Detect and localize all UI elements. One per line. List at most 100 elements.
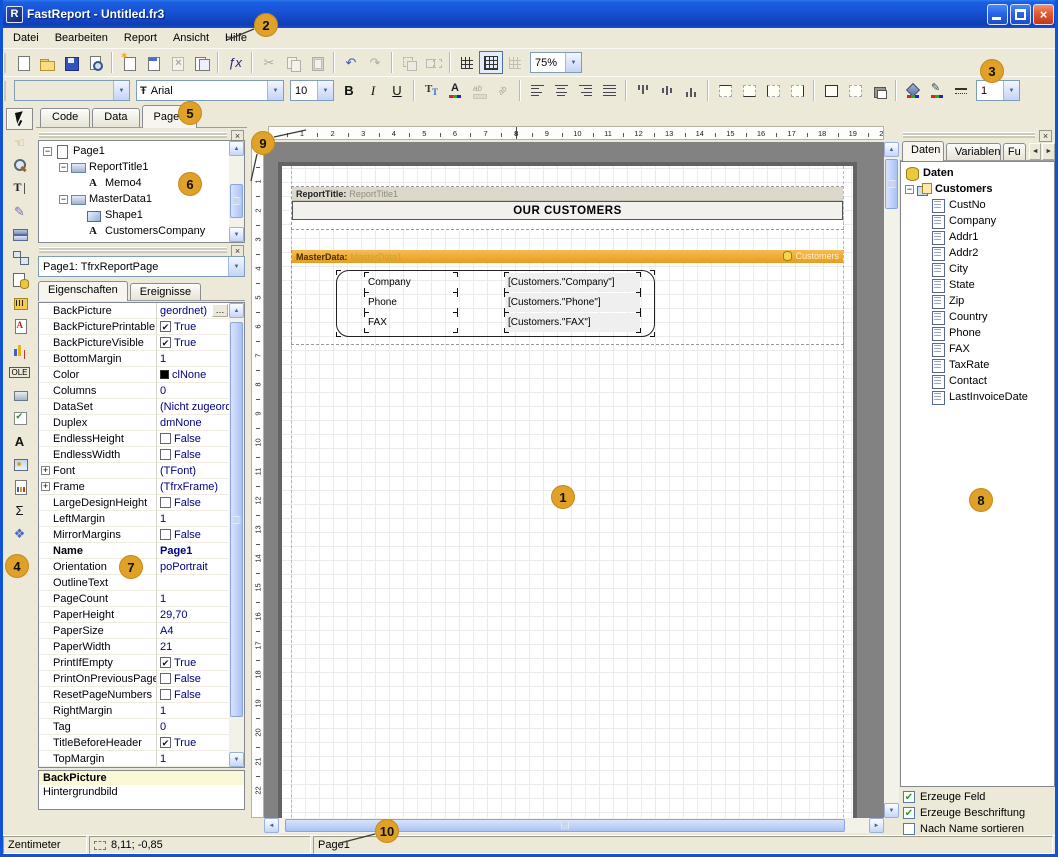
insert-band-button[interactable] xyxy=(6,223,33,245)
insert-subreport-button[interactable] xyxy=(6,476,33,498)
menu-bearbeiten[interactable]: Bearbeiten xyxy=(47,30,116,46)
tab-data[interactable]: Data xyxy=(92,108,139,127)
menu-report[interactable]: Report xyxy=(116,30,165,46)
property-paperwidth[interactable]: PaperWidth21 xyxy=(39,639,229,655)
collapse-icon[interactable]: − xyxy=(905,185,914,194)
scroll-arrow-icon[interactable]: ◄ xyxy=(264,818,279,833)
chevron-down-icon[interactable]: ▼ xyxy=(113,81,129,100)
menu-hilfe[interactable]: Hilfe xyxy=(217,30,255,46)
checkbox-icon[interactable]: ✔ xyxy=(160,321,171,332)
underline-button[interactable]: U xyxy=(385,79,409,102)
snap-to-grid-button[interactable] xyxy=(503,51,527,74)
menu-ansicht[interactable]: Ansicht xyxy=(165,30,217,46)
new-report-button[interactable] xyxy=(11,51,35,74)
property-resetpagenumbers[interactable]: ResetPageNumbersFalse xyxy=(39,687,229,703)
insert-shape-button[interactable] xyxy=(6,384,33,406)
property-topmargin[interactable]: TopMargin1 xyxy=(39,751,229,767)
font-button[interactable] xyxy=(419,79,443,102)
property-endlesswidth[interactable]: EndlessWidthFalse xyxy=(39,447,229,463)
property-duplex[interactable]: DuplexdmNone xyxy=(39,415,229,431)
option-erzeuge-feld[interactable]: ✔Erzeuge Feld xyxy=(900,789,1055,805)
tab-daten[interactable]: Daten xyxy=(902,141,944,161)
property-dataset[interactable]: DataSet(Nicht zugeord xyxy=(39,399,229,415)
font-name-select[interactable]: ŦArial▼ xyxy=(136,80,284,101)
italic-button[interactable]: I xyxy=(361,79,385,102)
undo-button[interactable]: ↶ xyxy=(339,51,363,74)
frame-style-button[interactable] xyxy=(949,79,973,102)
checkbox-icon[interactable] xyxy=(160,689,171,700)
report-tree-item-page1[interactable]: −Page1 xyxy=(39,143,244,159)
insert-text-button[interactable]: A xyxy=(6,430,33,452)
zoom-select[interactable]: 75%▼ xyxy=(530,52,582,73)
insert-component-button[interactable] xyxy=(6,246,33,268)
copy-button[interactable] xyxy=(281,51,305,74)
property-tag[interactable]: Tag0 xyxy=(39,719,229,735)
cut-button[interactable]: ✂ xyxy=(257,51,281,74)
data-field-phone[interactable]: Phone xyxy=(901,325,1054,341)
property-backpicture[interactable]: BackPicturegeordnet)… xyxy=(39,303,229,319)
property-pagecount[interactable]: PageCount1 xyxy=(39,591,229,607)
tab-fu[interactable]: Fu xyxy=(1003,143,1026,160)
report-tree-item-memo4[interactable]: Memo4 xyxy=(39,175,244,191)
frame-bottom-button[interactable] xyxy=(737,79,761,102)
redo-button[interactable]: ↷ xyxy=(363,51,387,74)
frame-color-button[interactable] xyxy=(925,79,949,102)
inspector-object-select[interactable]: Page1: TfrxReportPage ▼ xyxy=(38,256,245,277)
tab-ereignisse[interactable]: Ereignisse xyxy=(130,283,201,300)
bold-button[interactable]: B xyxy=(337,79,361,102)
inspector-grip[interactable]: × xyxy=(36,245,247,254)
property-largedesignheight[interactable]: LargeDesignHeightFalse xyxy=(39,495,229,511)
memo-label-company[interactable]: Company xyxy=(365,273,457,292)
scroll-track[interactable] xyxy=(229,318,244,752)
insert-ole-button[interactable]: OLE xyxy=(6,361,33,383)
insert-barcode-button[interactable] xyxy=(6,292,33,314)
collapse-icon[interactable]: − xyxy=(43,147,52,156)
chevron-down-icon[interactable]: ▼ xyxy=(317,81,333,100)
frame-right-button[interactable] xyxy=(785,79,809,102)
property-printonpreviouspage[interactable]: PrintOnPreviousPageFalse xyxy=(39,671,229,687)
report-tree-item-customerscompany[interactable]: CustomersCompany xyxy=(39,223,244,239)
property-columns[interactable]: Columns0 xyxy=(39,383,229,399)
checkbox-icon[interactable] xyxy=(160,449,171,460)
option-erzeuge-beschriftung[interactable]: ✔Erzeuge Beschriftung xyxy=(900,805,1055,821)
text-rotation-button[interactable] xyxy=(491,79,515,102)
font-color-button[interactable] xyxy=(443,79,467,102)
group-button[interactable] xyxy=(397,51,421,74)
checkbox-icon[interactable]: ✔ xyxy=(160,337,171,348)
property-titlebeforeheader[interactable]: TitleBeforeHeader✔True xyxy=(39,735,229,751)
align-right-button[interactable] xyxy=(573,79,597,102)
paste-button[interactable] xyxy=(305,51,329,74)
insert-data-button[interactable] xyxy=(6,269,33,291)
data-field-country[interactable]: Country xyxy=(901,309,1054,325)
scroll-arrow-icon[interactable]: ▲ xyxy=(229,141,244,156)
scroll-track[interactable] xyxy=(229,156,244,227)
insert-picture-button[interactable] xyxy=(6,453,33,475)
style-select[interactable]: ▼ xyxy=(14,80,130,101)
property-paperheight[interactable]: PaperHeight29,70 xyxy=(39,607,229,623)
expand-icon[interactable]: + xyxy=(41,482,50,491)
checkbox-icon[interactable]: ✔ xyxy=(160,657,171,668)
scroll-track[interactable] xyxy=(884,157,899,803)
design-horizontal-scrollbar[interactable]: ◄► xyxy=(264,818,884,833)
checkbox-icon[interactable] xyxy=(160,529,171,540)
insert-ado-button[interactable]: ❖ xyxy=(6,522,33,544)
chevron-down-icon[interactable]: ▼ xyxy=(565,53,581,72)
scroll-arrow-icon[interactable]: ▲ xyxy=(229,303,244,318)
property-bottommargin[interactable]: BottomMargin1 xyxy=(39,351,229,367)
expression-button[interactable]: ƒx xyxy=(223,51,247,74)
align-top-button[interactable] xyxy=(631,79,655,102)
new-dialog-page-button[interactable] xyxy=(141,51,165,74)
hand-tool[interactable]: ☜ xyxy=(6,131,33,153)
scroll-thumb[interactable] xyxy=(885,159,898,209)
insert-sum-button[interactable]: Σ xyxy=(6,499,33,521)
report-tree-item-masterdata1[interactable]: −MasterData1 xyxy=(39,191,244,207)
insert-chart-button[interactable] xyxy=(6,338,33,360)
align-middle-button[interactable] xyxy=(655,79,679,102)
property-mirrormargins[interactable]: MirrorMarginsFalse xyxy=(39,527,229,543)
align-center-button[interactable] xyxy=(549,79,573,102)
align-justify-button[interactable] xyxy=(597,79,621,102)
report-tree-item-shape1[interactable]: Shape1 xyxy=(39,207,244,223)
memo-label-fax[interactable]: FAX xyxy=(365,313,457,332)
scroll-track[interactable] xyxy=(279,818,869,833)
frame-none-button[interactable] xyxy=(843,79,867,102)
